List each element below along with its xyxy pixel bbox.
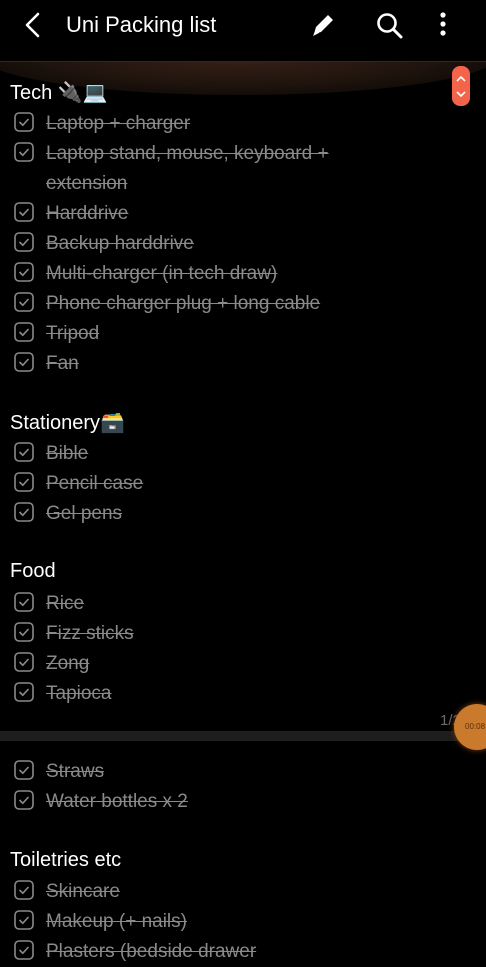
- item-text: Gel pens: [46, 503, 123, 524]
- checked-checkbox-icon[interactable]: [14, 760, 34, 780]
- checked-checkbox-icon[interactable]: [14, 262, 34, 282]
- item-text: Fizz sticks: [46, 623, 134, 644]
- checked-checkbox-icon[interactable]: [14, 652, 34, 672]
- section-title-stationery: Stationery🗃️: [10, 412, 125, 434]
- section-title-food: Food: [10, 560, 56, 582]
- item-text: Pencil case: [46, 473, 144, 494]
- checked-checkbox-icon[interactable]: [14, 322, 34, 342]
- checked-checkbox-icon[interactable]: [14, 592, 34, 612]
- checked-checkbox-icon[interactable]: [14, 472, 34, 492]
- header-divider: [0, 61, 486, 62]
- checked-checkbox-icon[interactable]: [14, 790, 34, 810]
- item-text: Rice: [46, 593, 85, 614]
- back-button[interactable]: [20, 10, 48, 40]
- checked-checkbox-icon[interactable]: [14, 880, 34, 900]
- item-text: Skincare: [46, 881, 120, 902]
- item-text: Water bottles x 2: [46, 791, 188, 812]
- item-text: Fan: [46, 353, 79, 374]
- page-title: Uni Packing list: [66, 12, 217, 37]
- checked-checkbox-icon[interactable]: [14, 142, 34, 162]
- checked-checkbox-icon[interactable]: [14, 442, 34, 462]
- page-separator: [0, 731, 486, 741]
- checked-checkbox-icon[interactable]: [14, 232, 34, 252]
- checked-checkbox-icon[interactable]: [14, 940, 34, 960]
- checked-checkbox-icon[interactable]: [14, 202, 34, 222]
- edit-button[interactable]: [308, 10, 338, 40]
- checked-checkbox-icon[interactable]: [14, 682, 34, 702]
- item-text: Multi-charger (in tech draw): [46, 263, 278, 284]
- section-title-tech: Tech 🔌💻: [10, 82, 108, 104]
- item-text: Makeup (+ nails): [46, 911, 187, 932]
- checked-checkbox-icon[interactable]: [14, 352, 34, 372]
- item-text: Phone charger plug + long cable: [46, 293, 321, 314]
- checked-checkbox-icon[interactable]: [14, 292, 34, 312]
- more-vert-icon: [440, 12, 446, 36]
- checked-checkbox-icon[interactable]: [14, 112, 34, 132]
- checked-checkbox-icon[interactable]: [14, 502, 34, 522]
- item-text: Straws: [46, 761, 105, 782]
- item-text: Tapioca: [46, 683, 112, 704]
- item-text: Backup harddrive: [46, 233, 194, 254]
- section-title-toiletries: Toiletries etc: [10, 849, 122, 871]
- pen-icon: [313, 15, 333, 36]
- app-bar: Uni Packing list: [0, 0, 486, 62]
- item-text: Bible: [46, 443, 89, 464]
- floating-recorder-bubble[interactable]: 00:08: [454, 704, 486, 750]
- back-arrow-icon: [25, 12, 40, 38]
- fast-scroll-handle[interactable]: [452, 66, 470, 106]
- item-text: Zong: [46, 653, 90, 674]
- bubble-timer: 00:08: [465, 722, 486, 731]
- search-icon: [377, 13, 403, 39]
- item-text: Laptop stand, mouse, keyboard + extensio…: [46, 143, 329, 194]
- item-text: Plasters (bedside drawer: [46, 941, 257, 962]
- scroll-up-down-icon: [456, 75, 466, 98]
- checked-checkbox-icon[interactable]: [14, 622, 34, 642]
- checked-checkbox-icon[interactable]: [14, 910, 34, 930]
- item-text: Tripod: [46, 323, 100, 344]
- more-options-button[interactable]: [430, 10, 460, 40]
- item-text: Laptop + charger: [46, 113, 191, 134]
- item-text: Harddrive: [46, 203, 129, 224]
- search-button[interactable]: [374, 10, 404, 40]
